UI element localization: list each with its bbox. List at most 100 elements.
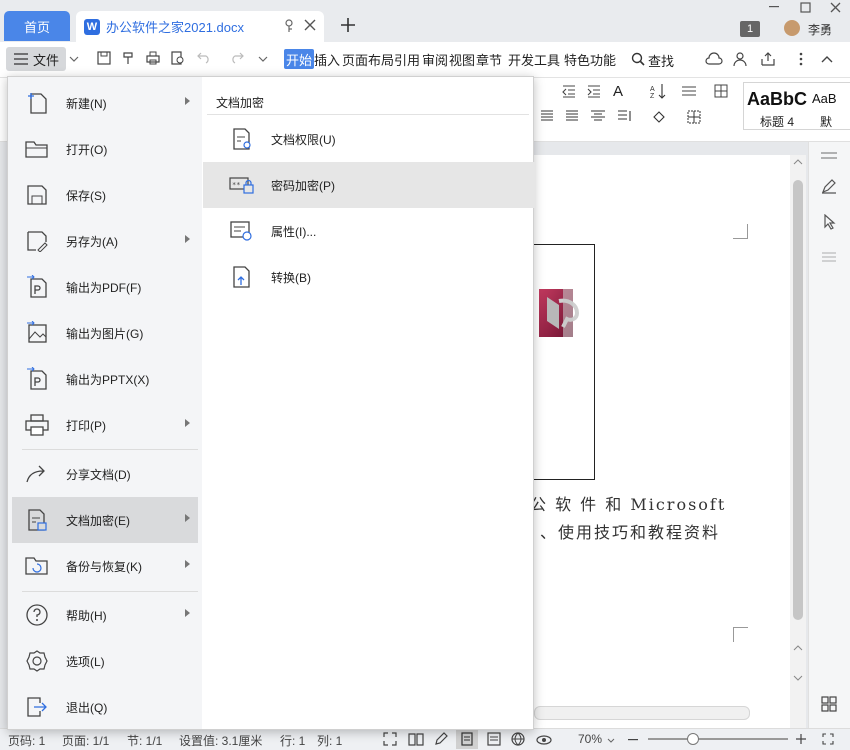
status-page[interactable]: 页面: 1/1 — [62, 732, 109, 749]
table-grid-icon[interactable] — [714, 84, 728, 98]
status-section[interactable]: 节: 1/1 — [127, 732, 162, 749]
tab-references[interactable]: 引用 — [392, 49, 422, 69]
style-preview-heading4[interactable]: AaBbC — [747, 89, 807, 110]
tab-view[interactable]: 视图 — [447, 49, 477, 69]
user-name[interactable]: 李勇 — [808, 21, 832, 38]
zoom-in-icon[interactable] — [796, 734, 806, 744]
close-tab-icon[interactable] — [304, 19, 316, 31]
tab-home[interactable]: 首页 — [4, 11, 70, 41]
search-icon[interactable] — [631, 52, 645, 66]
status-row[interactable]: 行: 1 — [280, 732, 305, 749]
share-toolbar-icon[interactable] — [760, 51, 776, 67]
tab-review[interactable]: 审阅 — [420, 49, 450, 69]
menu-item-encrypt[interactable]: 文档加密(E) — [12, 497, 198, 543]
format-painter-icon[interactable] — [122, 51, 136, 65]
quick-print-icon[interactable] — [146, 51, 160, 65]
menu-item-export-pptx[interactable]: 输出为PPTX(X) — [12, 356, 198, 402]
undo-icon[interactable] — [197, 52, 211, 64]
paragraph-spacing-icon[interactable] — [617, 110, 633, 122]
style-gallery[interactable]: AaBbC AaB 标题 4 默 — [743, 82, 850, 130]
menu-item-export-pdf[interactable]: 输出为PDF(F) — [12, 264, 198, 310]
align-justify-icon[interactable] — [540, 110, 554, 122]
style-preview-default[interactable]: AaB — [812, 91, 837, 106]
line-spacing-icon[interactable] — [590, 110, 606, 122]
fit-page-icon[interactable] — [822, 733, 834, 745]
notification-badge[interactable]: 1 — [740, 21, 760, 37]
reading-mode-icon[interactable] — [408, 732, 424, 746]
menu-item-share[interactable]: 分享文档(D) — [12, 451, 198, 497]
status-setting[interactable]: 设置值: 3.1厘米 — [179, 732, 262, 749]
adjust-icon[interactable] — [821, 250, 837, 264]
search-label[interactable]: 查找 — [648, 51, 674, 70]
outline-view-icon[interactable] — [487, 732, 501, 746]
menu-item-open[interactable]: 打开(O) — [12, 126, 198, 172]
collapse-panel-icon[interactable] — [821, 152, 837, 160]
web-view-icon[interactable] — [511, 732, 525, 746]
status-col[interactable]: 列: 1 — [317, 732, 342, 749]
zoom-dropdown-icon[interactable] — [607, 738, 615, 743]
vertical-scrollbar[interactable] — [790, 155, 806, 728]
text-direction-icon[interactable]: A — [613, 83, 623, 100]
collaborate-icon[interactable] — [733, 51, 749, 67]
print-preview-icon[interactable] — [171, 51, 185, 65]
tab-insert[interactable]: 插入 — [312, 49, 342, 69]
scroll-up-icon[interactable] — [793, 159, 803, 165]
submenu-item-doc-permission[interactable]: 文档权限(U) — [203, 116, 535, 162]
tab-developer[interactable]: 开发工具 — [506, 49, 562, 69]
menu-item-help[interactable]: 帮助(H) — [12, 592, 198, 638]
menu-item-save[interactable]: 保存(S) — [12, 172, 198, 218]
menu-item-print[interactable]: 打印(P) — [12, 402, 198, 448]
show-marks-icon[interactable] — [681, 84, 697, 98]
menu-item-options[interactable]: 选项(L) — [12, 638, 198, 684]
border-icon[interactable] — [687, 110, 701, 124]
horizontal-scrollbar[interactable] — [534, 706, 750, 720]
document-image[interactable] — [533, 244, 595, 480]
page-up-icon[interactable] — [793, 645, 803, 651]
decrease-indent-icon[interactable] — [562, 84, 576, 98]
customize-toolbar-icon[interactable] — [258, 56, 268, 62]
apps-grid-icon[interactable] — [821, 696, 837, 712]
zoom-slider-handle[interactable] — [687, 733, 699, 745]
fullscreen-icon[interactable] — [383, 732, 397, 746]
submenu-item-properties[interactable]: 属性(I)... — [203, 208, 535, 254]
pen-icon[interactable] — [821, 178, 837, 194]
select-cursor-icon[interactable] — [823, 214, 837, 230]
minimize-icon[interactable] — [769, 6, 781, 8]
menu-item-exit[interactable]: 退出(Q) — [12, 684, 198, 730]
redo-icon[interactable] — [230, 52, 244, 64]
page-view-icon[interactable] — [456, 729, 478, 749]
submenu-item-convert[interactable]: 转换(B) — [203, 254, 535, 300]
quick-save-icon[interactable] — [97, 51, 111, 65]
chevron-down-icon[interactable] — [69, 56, 79, 62]
status-page-count[interactable]: 页码: 1 — [8, 732, 45, 749]
document-text-line2[interactable]: 、使用技巧和教程资料 — [540, 519, 720, 543]
submenu-item-password-encrypt[interactable]: ** 密码加密(P) — [203, 162, 535, 208]
eye-protection-icon[interactable] — [536, 732, 552, 746]
zoom-out-icon[interactable] — [628, 739, 638, 741]
pen-mode-icon[interactable] — [434, 732, 448, 746]
zoom-level[interactable]: 70% — [578, 732, 602, 746]
tab-section[interactable]: 章节 — [474, 49, 504, 69]
maximize-icon[interactable] — [800, 2, 811, 13]
tab-document[interactable]: W 办公软件之家2021.docx — [76, 11, 324, 42]
menu-item-backup[interactable]: 备份与恢复(K) — [12, 543, 198, 589]
new-tab-icon[interactable] — [340, 17, 356, 33]
tab-start[interactable]: 开始 — [284, 49, 315, 69]
pin-icon[interactable] — [284, 19, 296, 33]
page-down-icon[interactable] — [793, 675, 803, 681]
file-menu-button[interactable]: 文件 — [6, 47, 66, 71]
shading-icon[interactable] — [651, 109, 667, 123]
avatar[interactable] — [784, 20, 800, 36]
close-window-icon[interactable] — [830, 2, 841, 13]
document-text-line1[interactable]: 公 软 件 和 Microsoft — [530, 491, 726, 515]
menu-item-new[interactable]: 新建(N) — [12, 80, 198, 126]
menu-item-save-as[interactable]: 另存为(A) — [12, 218, 198, 264]
tab-special[interactable]: 特色功能 — [562, 49, 618, 69]
tab-page-layout[interactable]: 页面布局 — [340, 49, 396, 69]
increase-indent-icon[interactable] — [587, 84, 601, 98]
collapse-ribbon-icon[interactable] — [821, 55, 833, 63]
more-options-icon[interactable] — [799, 52, 803, 66]
sort-icon[interactable]: AZ — [650, 83, 666, 99]
scroll-thumb[interactable] — [793, 180, 803, 620]
zoom-slider[interactable] — [648, 738, 788, 740]
